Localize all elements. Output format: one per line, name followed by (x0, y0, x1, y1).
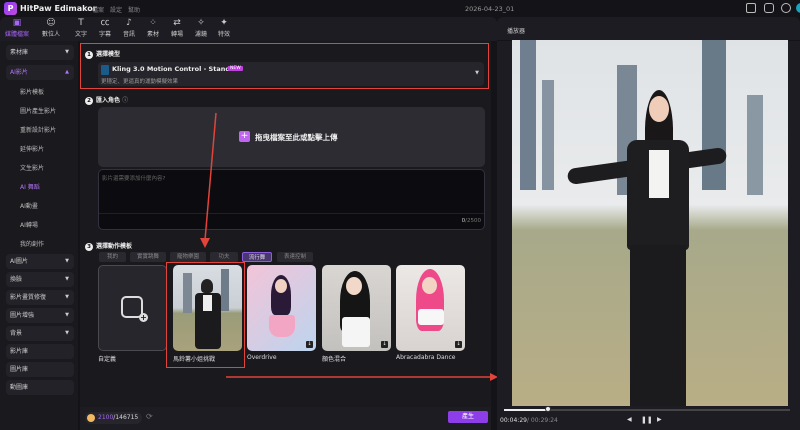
previous-frame-icon[interactable]: ◀ (627, 416, 632, 423)
refresh-icon[interactable]: ⟳ (146, 412, 153, 421)
current-time: 00:04:29 (500, 417, 527, 424)
preview-title: 播放器 (507, 28, 526, 35)
total-time: / 00:29:24 (527, 417, 558, 424)
generate-button[interactable]: 產生 (448, 411, 488, 423)
pause-icon[interactable]: ❚❚ (641, 416, 653, 424)
credits-display: 2100/146715 (85, 412, 143, 424)
coin-icon (87, 414, 95, 422)
next-frame-icon[interactable]: ▶ (657, 416, 662, 423)
arrow-head (200, 238, 210, 248)
video-player[interactable] (512, 40, 788, 406)
progress-handle[interactable] (545, 406, 552, 412)
bottom-bar: 2100/146715 ⟳ 產生 (80, 407, 491, 430)
progress-fill (504, 409, 549, 411)
arrow-down (204, 112, 217, 241)
